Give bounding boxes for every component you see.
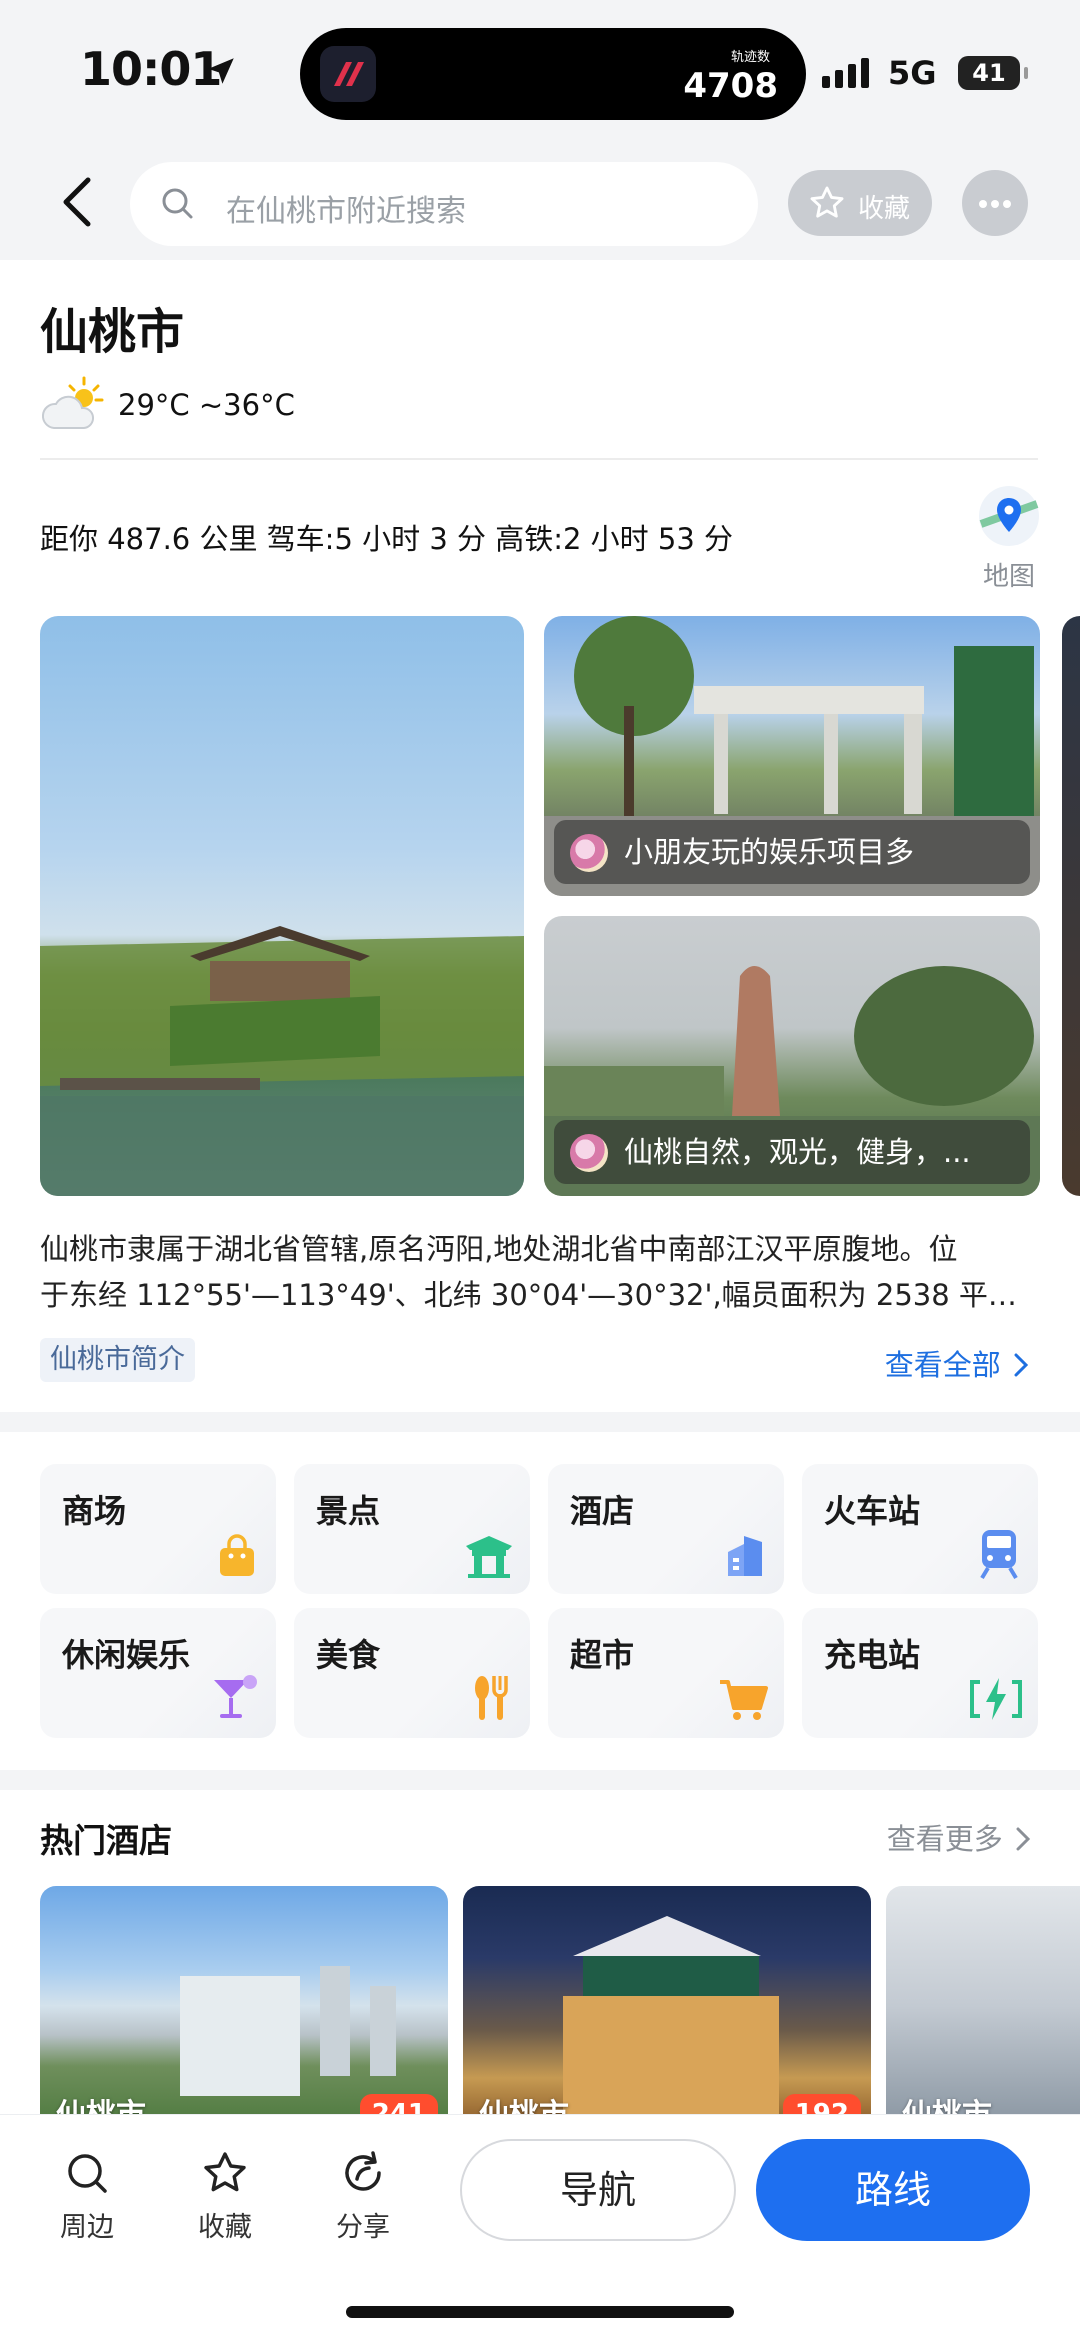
category-label: 超市 xyxy=(570,1636,635,1674)
hotel-card[interactable]: 仙桃市 241 xyxy=(40,1886,448,2126)
status-time: 10:01 xyxy=(80,42,222,96)
hotel-card[interactable]: 仙桃市 192 xyxy=(463,1886,871,2126)
see-more-link[interactable]: 查看更多 xyxy=(887,1816,1034,1858)
user-avatar xyxy=(570,834,608,872)
caption-text: 仙桃自然，观光，健身，... xyxy=(624,1135,971,1169)
partly-sunny-icon xyxy=(42,376,104,429)
category-entertainment[interactable]: 休闲娱乐 xyxy=(40,1608,276,1738)
category-label: 休闲娱乐 xyxy=(62,1636,191,1674)
more-button[interactable] xyxy=(962,170,1028,236)
section-title: 热门酒店 xyxy=(40,1821,172,1860)
gallery-photo-park-gate[interactable]: 小朋友玩的娱乐项目多 xyxy=(544,616,1040,896)
tracking-app-icon xyxy=(320,46,376,102)
track-count-label: 轨迹数 xyxy=(730,50,770,65)
search-icon xyxy=(162,188,193,219)
section-divider xyxy=(0,1770,1080,1790)
track-count-value: 4708 xyxy=(683,66,778,106)
distance-info: 距你 487.6 公里 驾车:5 小时 3 分 高铁:2 小时 53 分 xyxy=(40,522,733,556)
charging-icon xyxy=(970,1678,1022,1720)
navigate-button[interactable]: 导航 xyxy=(460,2139,736,2241)
pavilion-icon xyxy=(466,1536,512,1578)
section-divider xyxy=(0,1412,1080,1432)
description-line: 仙桃市隶属于湖北省管辖,原名沔阳,地处湖北省中南部江汉平原腹地。位 xyxy=(40,1232,958,1266)
category-food[interactable]: 美食 xyxy=(294,1608,530,1738)
favorite-label: 收藏 xyxy=(858,194,911,224)
favorite-button[interactable]: 收藏 xyxy=(788,170,932,236)
location-arrow-icon xyxy=(208,58,234,84)
star-icon xyxy=(204,2152,246,2192)
category-mall[interactable]: 商场 xyxy=(40,1464,276,1594)
map-pin-icon xyxy=(979,486,1039,546)
shopping-bag-icon xyxy=(220,1534,254,1576)
network-type: 5G xyxy=(888,54,937,92)
city-description: 仙桃市隶属于湖北省管辖,原名沔阳,地处湖北省中南部江汉平原腹地。位 于东经 11… xyxy=(40,1226,1040,1318)
nav-bar: 在仙桃市附近搜索 收藏 xyxy=(0,150,1080,260)
share-button[interactable]: 分享 xyxy=(308,2149,418,2244)
search-placeholder: 在仙桃市附近搜索 xyxy=(226,194,466,229)
dynamic-island[interactable]: 轨迹数 4708 xyxy=(300,28,806,120)
battery-icon: 41 xyxy=(958,56,1028,90)
user-avatar xyxy=(570,1134,608,1172)
category-label: 充电站 xyxy=(824,1636,921,1674)
gallery-photo-main[interactable] xyxy=(40,616,524,1196)
share-icon xyxy=(345,2151,381,2191)
utensils-icon xyxy=(475,1676,508,1720)
gallery-photo-monument[interactable]: 仙桃自然，观光，健身，... xyxy=(544,916,1040,1196)
category-label: 美食 xyxy=(316,1636,381,1674)
route-button[interactable]: 路线 xyxy=(756,2139,1030,2241)
photo-caption: 仙桃自然，观光，健身，... xyxy=(554,1120,1030,1184)
category-label: 商场 xyxy=(62,1492,127,1530)
favorite-tab-label: 收藏 xyxy=(198,2212,252,2243)
city-intro-tag[interactable]: 仙桃市简介 xyxy=(40,1338,195,1382)
description-line: 于东经 112°55'—113°49'、北纬 30°04'—30°32',幅员面… xyxy=(40,1278,1040,1312)
nearby-button[interactable]: 周边 xyxy=(32,2149,142,2244)
map-label: 地图 xyxy=(982,562,1035,592)
category-hotel[interactable]: 酒店 xyxy=(548,1464,784,1594)
map-button[interactable]: 地图 xyxy=(974,484,1044,593)
category-label: 火车站 xyxy=(824,1492,921,1530)
status-bar: 10:01 轨迹数 4708 5G 41 xyxy=(0,0,1080,150)
category-charging-station[interactable]: 充电站 xyxy=(802,1608,1038,1738)
pavilion-scene xyxy=(40,926,524,1196)
gallery-photo-next[interactable] xyxy=(1062,616,1080,1196)
divider xyxy=(40,458,1038,460)
weather-temp: 29°C ~36°C xyxy=(118,388,295,422)
chevron-right-icon xyxy=(1016,1827,1031,1851)
see-more-label: 查看更多 xyxy=(886,1822,1003,1856)
building-icon xyxy=(728,1536,762,1576)
chevron-right-icon xyxy=(1014,1353,1029,1377)
page-title: 仙桃市 xyxy=(40,304,185,360)
see-all-link[interactable]: 查看全部 xyxy=(885,1342,1032,1384)
category-attraction[interactable]: 景点 xyxy=(294,1464,530,1594)
favorite-tab-button[interactable]: 收藏 xyxy=(170,2149,280,2244)
category-label: 景点 xyxy=(316,1492,381,1530)
nearby-label: 周边 xyxy=(60,2212,114,2243)
share-label: 分享 xyxy=(336,2212,390,2243)
star-icon xyxy=(810,186,844,218)
signal-icon xyxy=(822,58,869,88)
hotel-card[interactable]: 仙桃市 xyxy=(886,1886,1080,2126)
home-indicator[interactable] xyxy=(346,2306,734,2318)
search-input[interactable]: 在仙桃市附近搜索 xyxy=(130,162,758,246)
category-label: 酒店 xyxy=(570,1492,635,1530)
back-button[interactable] xyxy=(48,170,112,234)
train-icon xyxy=(980,1530,1018,1580)
cart-icon xyxy=(720,1680,768,1720)
see-all-label: 查看全部 xyxy=(884,1348,1001,1382)
caption-text: 小朋友玩的娱乐项目多 xyxy=(624,835,915,869)
category-supermarket[interactable]: 超市 xyxy=(548,1608,784,1738)
category-train-station[interactable]: 火车站 xyxy=(802,1464,1038,1594)
chevron-left-icon xyxy=(63,177,91,227)
photo-caption: 小朋友玩的娱乐项目多 xyxy=(554,820,1030,884)
search-icon xyxy=(68,2154,107,2193)
cocktail-icon xyxy=(214,1675,257,1718)
